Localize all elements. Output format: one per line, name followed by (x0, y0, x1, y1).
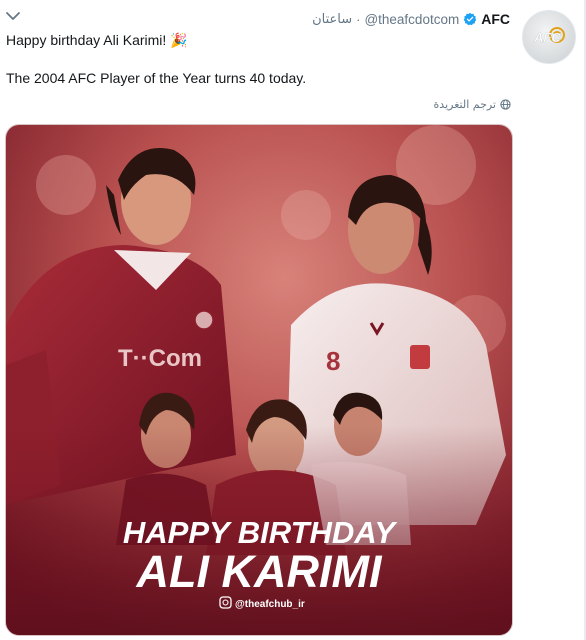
poster-headline: HAPPY BIRTHDAY (123, 515, 398, 550)
instagram-handle-text: @theafchub_ir (235, 599, 305, 610)
tweet-media-image[interactable]: T··Com 8 HAPPY BIRTHDAY ALI KARIMI @thea… (5, 124, 513, 636)
avatar-logo-text: AFC (533, 30, 561, 45)
tweet-text-line-1: Happy birthday Ali Karimi! 🎉 (6, 31, 506, 50)
translate-label: ترجم التغريدة (433, 98, 496, 111)
shirt-sponsor-text: T··Com (118, 345, 202, 372)
club-crest-icon (194, 310, 214, 330)
party-popper-emoji: 🎉 (170, 32, 188, 48)
afc-logo-icon: AFC (533, 27, 565, 45)
user-handle[interactable]: @theafcdotcom (364, 12, 459, 27)
avatar[interactable]: AFC (522, 10, 576, 64)
globe-icon (500, 99, 511, 110)
timestamp[interactable]: ساعتان (312, 12, 352, 27)
tweet-text: Happy birthday Ali Karimi! 🎉 The 2004 AF… (6, 31, 506, 88)
birthday-poster: T··Com 8 HAPPY BIRTHDAY ALI KARIMI @thea… (6, 125, 512, 635)
tweet-text-line-2: The 2004 AFC Player of the Year turns 40… (6, 70, 307, 86)
display-name[interactable]: AFC (481, 11, 510, 27)
translate-tweet-link[interactable]: ترجم التغريدة (434, 98, 511, 111)
tweet-text-greeting: Happy birthday Ali Karimi! (6, 32, 167, 48)
national-crest-icon (410, 345, 430, 369)
tweet-card[interactable]: AFC ساعتان · @theafcdotcom AFC Happy bir… (0, 0, 586, 640)
tweet-header: ساعتان · @theafcdotcom AFC (312, 10, 510, 28)
poster-player-name: ALI KARIMI (136, 546, 383, 597)
verified-badge-icon (463, 12, 477, 26)
chevron-down-icon[interactable] (4, 9, 22, 23)
shirt-number-text: 8 (326, 346, 340, 376)
separator-dot: · (356, 11, 361, 27)
